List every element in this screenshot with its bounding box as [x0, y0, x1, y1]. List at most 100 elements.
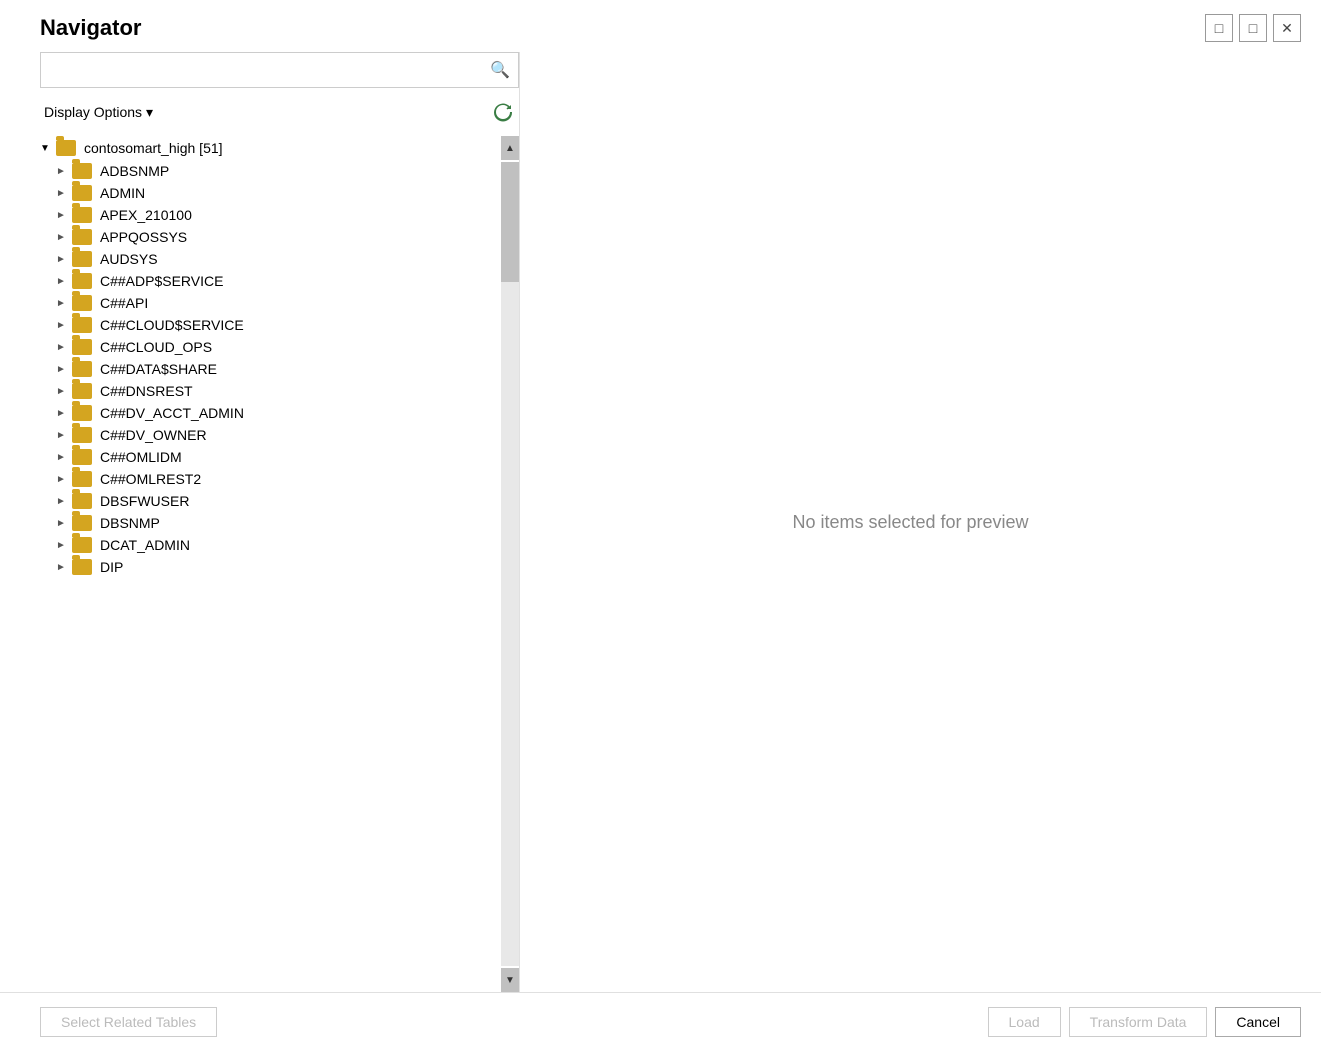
folder-icon [72, 427, 92, 443]
folder-icon [72, 361, 92, 377]
list-item[interactable]: ► ADMIN [40, 182, 501, 204]
preview-empty-message: No items selected for preview [792, 512, 1028, 533]
list-item[interactable]: ► APEX_210100 [40, 204, 501, 226]
list-item[interactable]: ► C##DV_ACCT_ADMIN [40, 402, 501, 424]
item-label: C##CLOUD$SERVICE [100, 317, 244, 333]
expand-icon: ► [56, 452, 68, 463]
tree-root-item[interactable]: ▼ contosomart_high [51] [40, 136, 501, 160]
item-label: DBSNMP [100, 515, 160, 531]
scroll-down-button[interactable]: ▼ [501, 968, 519, 992]
footer-right: Load Transform Data Cancel [988, 1007, 1301, 1037]
list-item[interactable]: ► DCAT_ADMIN [40, 534, 501, 556]
item-label: APPQOSSYS [100, 229, 187, 245]
list-item[interactable]: ► C##OMLIDM [40, 446, 501, 468]
expand-icon: ► [56, 166, 68, 177]
folder-icon [72, 229, 92, 245]
folder-icon [72, 471, 92, 487]
scroll-track [501, 162, 519, 966]
list-item[interactable]: ► DBSNMP [40, 512, 501, 534]
list-item[interactable]: ► C##OMLREST2 [40, 468, 501, 490]
item-label: C##CLOUD_OPS [100, 339, 212, 355]
list-item[interactable]: ► AUDSYS [40, 248, 501, 270]
search-input[interactable] [41, 53, 482, 87]
expand-icon: ► [56, 210, 68, 221]
item-label: C##OMLREST2 [100, 471, 201, 487]
expand-icon: ► [56, 188, 68, 199]
folder-icon [72, 559, 92, 575]
folder-icon [72, 273, 92, 289]
display-options-button[interactable]: Display Options ▾ [40, 102, 157, 123]
folder-icon [72, 537, 92, 553]
item-label: C##DV_ACCT_ADMIN [100, 405, 244, 421]
list-item[interactable]: ► C##API [40, 292, 501, 314]
expand-icon: ► [56, 408, 68, 419]
list-item[interactable]: ► ADBSNMP [40, 160, 501, 182]
scroll-controls: ▲ ▼ [501, 136, 519, 992]
root-label: contosomart_high [51] [84, 140, 223, 156]
scroll-thumb[interactable] [501, 162, 519, 282]
expand-icon: ► [56, 298, 68, 309]
folder-icon [72, 317, 92, 333]
list-item[interactable]: ► C##ADP$SERVICE [40, 270, 501, 292]
item-label: DIP [100, 559, 123, 575]
item-label: AUDSYS [100, 251, 158, 267]
refresh-icon [493, 102, 513, 122]
folder-icon [72, 251, 92, 267]
window-controls: □ □ ✕ [1205, 14, 1301, 42]
display-options-label: Display Options [44, 104, 142, 120]
folder-icon [72, 515, 92, 531]
folder-icon [72, 295, 92, 311]
item-label: ADBSNMP [100, 163, 169, 179]
folder-icon [72, 449, 92, 465]
display-options-row: Display Options ▾ [40, 96, 519, 128]
list-item[interactable]: ► C##CLOUD$SERVICE [40, 314, 501, 336]
tree-container: ▼ contosomart_high [51] ► ADBSNMP ► ADMI… [40, 136, 519, 992]
dialog-title: Navigator [40, 15, 141, 41]
item-label: ADMIN [100, 185, 145, 201]
load-button[interactable]: Load [988, 1007, 1061, 1037]
transform-data-button[interactable]: Transform Data [1069, 1007, 1208, 1037]
expand-icon: ► [56, 518, 68, 529]
item-label: C##OMLIDM [100, 449, 182, 465]
search-bar: 🔍 [40, 52, 519, 88]
expand-icon: ► [56, 342, 68, 353]
list-item[interactable]: ► DIP [40, 556, 501, 578]
expand-icon: ► [56, 364, 68, 375]
search-button[interactable]: 🔍 [482, 52, 518, 88]
scroll-up-button[interactable]: ▲ [501, 136, 519, 160]
refresh-button[interactable] [487, 96, 519, 128]
list-item[interactable]: ► C##DNSREST [40, 380, 501, 402]
folder-icon [72, 163, 92, 179]
minimize-button[interactable]: □ [1205, 14, 1233, 42]
select-related-tables-button[interactable]: Select Related Tables [40, 1007, 217, 1037]
footer: Select Related Tables Load Transform Dat… [0, 992, 1321, 1051]
item-label: C##API [100, 295, 148, 311]
list-item[interactable]: ► C##DV_OWNER [40, 424, 501, 446]
item-label: APEX_210100 [100, 207, 192, 223]
footer-left: Select Related Tables [40, 1007, 217, 1037]
tree-list: ▼ contosomart_high [51] ► ADBSNMP ► ADMI… [40, 136, 501, 992]
folder-icon [72, 339, 92, 355]
root-expand-arrow: ▼ [40, 143, 52, 154]
list-item[interactable]: ► C##CLOUD_OPS [40, 336, 501, 358]
preview-panel: No items selected for preview [520, 52, 1301, 992]
expand-icon: ► [56, 496, 68, 507]
chevron-down-icon: ▾ [146, 104, 153, 121]
left-panel: 🔍 Display Options ▾ [40, 52, 520, 992]
list-item[interactable]: ► C##DATA$SHARE [40, 358, 501, 380]
item-label: C##DV_OWNER [100, 427, 207, 443]
expand-icon: ► [56, 430, 68, 441]
list-item[interactable]: ► APPQOSSYS [40, 226, 501, 248]
title-bar: Navigator □ □ ✕ [0, 0, 1321, 52]
cancel-button[interactable]: Cancel [1215, 1007, 1301, 1037]
maximize-button[interactable]: □ [1239, 14, 1267, 42]
expand-icon: ► [56, 540, 68, 551]
close-button[interactable]: ✕ [1273, 14, 1301, 42]
folder-icon [72, 383, 92, 399]
item-label: C##DATA$SHARE [100, 361, 217, 377]
navigator-dialog: Navigator □ □ ✕ 🔍 Display Options ▾ [0, 0, 1321, 1051]
folder-icon [72, 405, 92, 421]
expand-icon: ► [56, 386, 68, 397]
expand-icon: ► [56, 276, 68, 287]
list-item[interactable]: ► DBSFWUSER [40, 490, 501, 512]
